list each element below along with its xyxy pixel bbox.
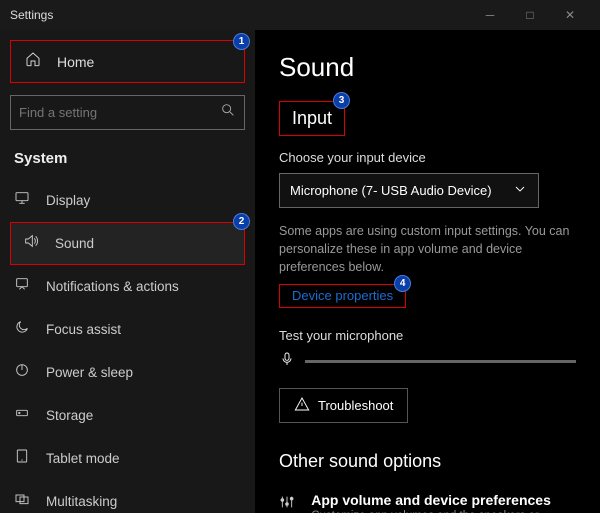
annotation-badge-3: 3 [333,92,350,109]
sidebar-item-label: Focus assist [46,322,121,337]
page-title: Sound [279,52,576,83]
choose-input-label: Choose your input device [279,150,576,165]
sidebar-item-label: Storage [46,408,93,423]
window-title: Settings [10,8,53,22]
warning-icon [294,396,310,415]
sidebar-item-power-sleep[interactable]: Power & sleep [0,351,255,394]
option-label: App volume and device preferences [311,492,576,508]
search-icon [220,102,236,123]
sidebar-item-multitasking[interactable]: Multitasking [0,480,255,513]
sidebar-item-label: Notifications & actions [46,279,179,294]
minimize-button[interactable]: ─ [470,0,510,30]
input-device-select[interactable]: Microphone (7- USB Audio Device) [279,173,539,208]
tablet-icon [14,448,32,469]
annotation-badge-2: 2 [233,213,250,230]
annotation-badge-1: 1 [233,33,250,50]
annotation-badge-4: 4 [394,275,411,292]
home-icon [25,51,43,72]
window-controls: ─ □ ✕ [470,0,590,30]
mic-level-bar [305,360,576,363]
sound-icon [23,233,41,254]
sidebar-item-notifications[interactable]: Notifications & actions [0,265,255,308]
chevron-down-icon [512,181,528,200]
search-input-wrapper[interactable] [10,95,245,130]
device-properties-box: Device properties 4 [279,284,406,308]
sidebar-item-focus-assist[interactable]: Focus assist [0,308,255,351]
search-input[interactable] [19,105,220,120]
close-button[interactable]: ✕ [550,0,590,30]
nav-home-label: Home [57,54,94,70]
troubleshoot-button[interactable]: Troubleshoot [279,388,408,423]
sidebar-item-storage[interactable]: Storage [0,394,255,437]
main-content: Sound Input 3 Choose your input device M… [255,30,600,513]
sidebar-item-label: Multitasking [46,494,117,509]
sidebar-item-label: Sound [55,236,94,251]
title-bar: Settings ─ □ ✕ [0,0,600,30]
sidebar: Home 1 System Display Sound 2 Notificati… [0,30,255,513]
moon-icon [14,319,32,340]
display-icon [14,190,32,211]
maximize-button[interactable]: □ [510,0,550,30]
troubleshoot-label: Troubleshoot [318,398,393,413]
sidebar-item-sound[interactable]: Sound 2 [10,222,245,265]
sidebar-item-tablet-mode[interactable]: Tablet mode [0,437,255,480]
multitasking-icon [14,491,32,512]
sidebar-item-label: Power & sleep [46,365,133,380]
selected-device: Microphone (7- USB Audio Device) [290,183,492,198]
other-options-heading: Other sound options [279,451,576,472]
microphone-icon [279,351,295,372]
input-heading: Input [286,104,338,133]
sidebar-section-title: System [0,144,255,179]
nav-home[interactable]: Home 1 [10,40,245,83]
storage-icon [14,405,32,426]
test-mic-label: Test your microphone [279,328,576,343]
notifications-icon [14,276,32,297]
sliders-icon [279,494,297,513]
input-heading-box: Input 3 [279,101,345,136]
sidebar-item-display[interactable]: Display [0,179,255,222]
app-volume-option[interactable]: App volume and device preferences Custom… [279,486,576,513]
mic-level-row [279,351,576,372]
power-icon [14,362,32,383]
sidebar-item-label: Tablet mode [46,451,120,466]
device-properties-link[interactable]: Device properties [286,284,399,307]
input-description: Some apps are using custom input setting… [279,222,576,276]
sidebar-item-label: Display [46,193,90,208]
